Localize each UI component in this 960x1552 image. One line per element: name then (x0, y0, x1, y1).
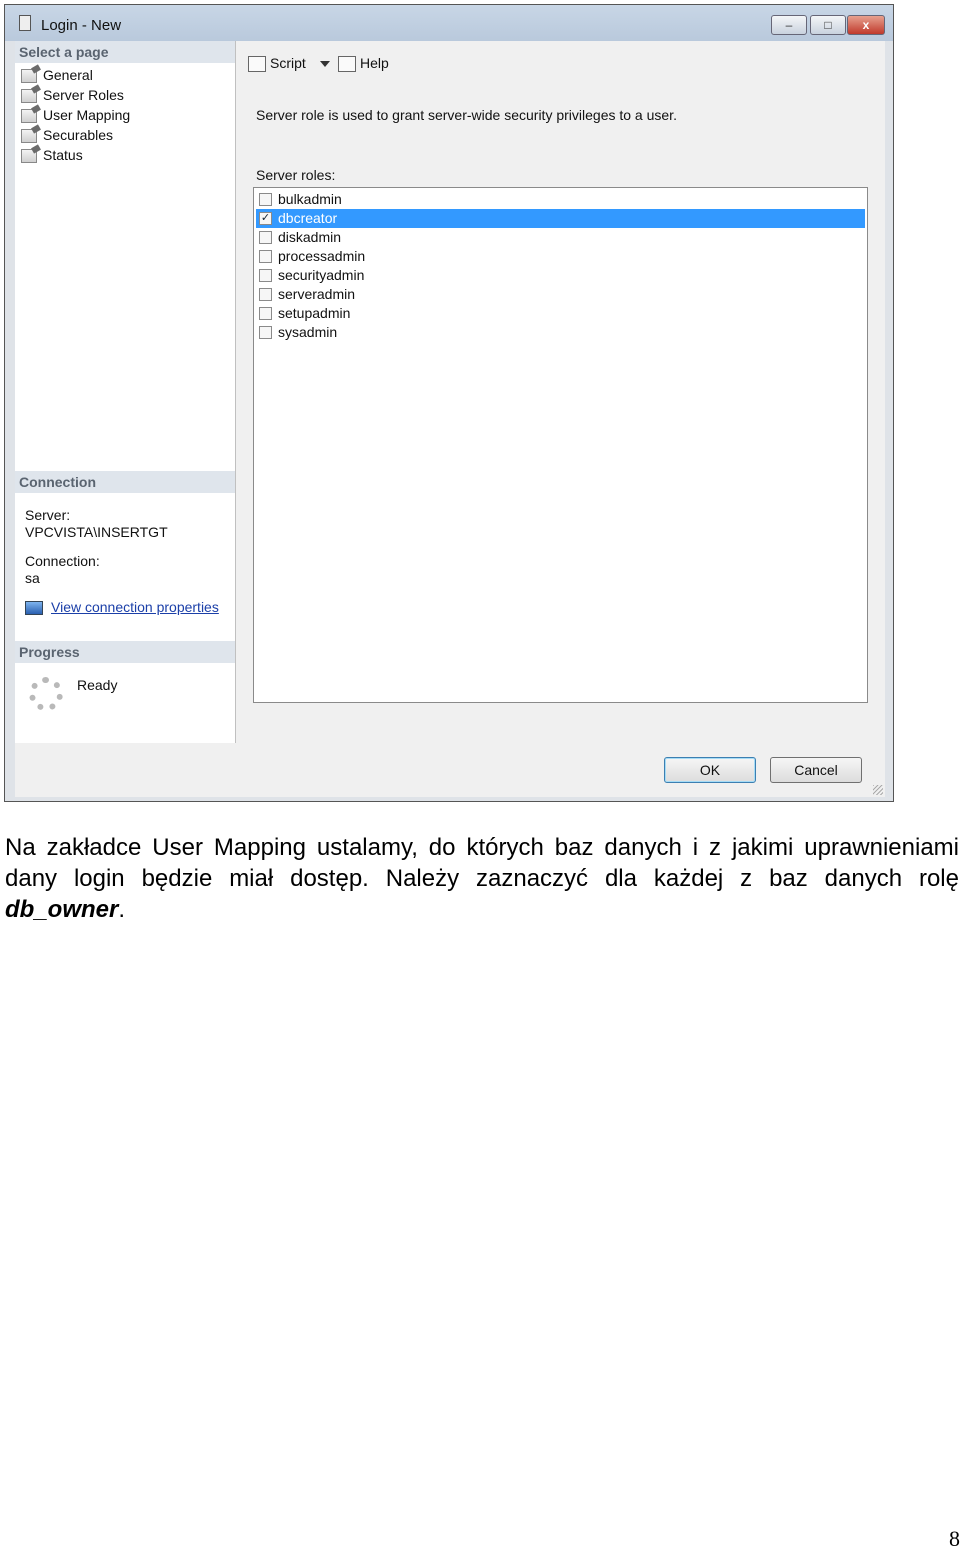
connection-properties-icon (25, 601, 43, 616)
sidebar-item-securables[interactable]: Securables (21, 125, 113, 145)
server-roles-list[interactable]: bulkadmin ✓ dbcreator diskadmin processa… (253, 187, 868, 703)
right-pane: Script Help Server role is used to grant… (236, 41, 885, 743)
toolbar: Script Help (236, 41, 885, 85)
page-icon (21, 89, 37, 104)
role-name: dbcreator (278, 210, 338, 226)
role-row-sysadmin[interactable]: sysadmin (256, 323, 865, 342)
script-dropdown-arrow-icon[interactable] (320, 61, 330, 67)
sidebar-item-label: User Mapping (43, 107, 131, 123)
connection-header: Connection (15, 471, 235, 493)
role-row-diskadmin[interactable]: diskadmin (256, 228, 865, 247)
sidebar-item-label: Status (43, 147, 83, 163)
sidebar-item-label: Securables (43, 127, 114, 143)
sidebar-item-general[interactable]: General (21, 65, 93, 85)
minimize-button[interactable]: – (771, 15, 807, 35)
login-new-window: Login - New – □ x Select a page General … (4, 4, 894, 802)
page-description: Server role is used to grant server-wide… (256, 107, 677, 123)
role-checkbox[interactable] (259, 288, 272, 301)
role-name: bulkadmin (278, 191, 342, 207)
link-label: View connection properties (51, 599, 219, 615)
left-pane: Select a page General Server Roles User … (15, 41, 236, 743)
role-checkbox[interactable] (259, 250, 272, 263)
server-value: VPCVISTA\INSERTGT (25, 524, 168, 540)
role-checkbox[interactable] (259, 193, 272, 206)
progress-status: Ready (77, 677, 118, 693)
sidebar-item-server-roles[interactable]: Server Roles (21, 85, 124, 105)
role-checkbox[interactable] (259, 269, 272, 282)
server-label: Server: (25, 507, 71, 523)
paragraph-emphasis: db_owner (5, 896, 119, 923)
connection-label: Connection: (25, 553, 100, 569)
role-row-processadmin[interactable]: processadmin (256, 247, 865, 266)
role-checkbox-checked[interactable]: ✓ (259, 212, 272, 225)
progress-header: Progress (15, 641, 235, 663)
sidebar-item-label: General (43, 67, 93, 83)
cancel-button[interactable]: Cancel (770, 757, 862, 783)
paragraph-text: Na zakładce User Mapping ustalamy, do kt… (5, 834, 959, 892)
window-title: Login - New (41, 17, 122, 34)
role-name: processadmin (278, 248, 366, 264)
role-checkbox[interactable] (259, 326, 272, 339)
sidebar-item-status[interactable]: Status (21, 145, 83, 165)
role-checkbox[interactable] (259, 231, 272, 244)
resize-grip-icon[interactable] (873, 785, 883, 795)
document-paragraph: Na zakładce User Mapping ustalamy, do kt… (5, 832, 959, 925)
page-number: 8 (949, 1526, 960, 1551)
role-row-serveradmin[interactable]: serveradmin (256, 285, 865, 304)
app-document-icon (19, 15, 31, 31)
script-button[interactable]: Script (248, 55, 306, 73)
page-icon (21, 149, 37, 164)
page-icon (21, 129, 37, 144)
close-button[interactable]: x (847, 15, 885, 35)
role-name: securityadmin (278, 267, 365, 283)
select-page-header: Select a page (15, 41, 235, 63)
script-label: Script (270, 55, 306, 71)
ok-button[interactable]: OK (664, 757, 756, 783)
role-row-setupadmin[interactable]: setupadmin (256, 304, 865, 323)
sidebar-item-user-mapping[interactable]: User Mapping (21, 105, 130, 125)
dialog-client-area: Select a page General Server Roles User … (15, 41, 885, 797)
role-row-bulkadmin[interactable]: bulkadmin (256, 190, 865, 209)
page-icon (21, 69, 37, 84)
script-icon (248, 56, 266, 73)
help-label: Help (360, 55, 389, 71)
role-name: serveradmin (278, 286, 356, 302)
role-row-dbcreator[interactable]: ✓ dbcreator (256, 209, 865, 228)
title-bar[interactable]: Login - New – □ x (5, 5, 893, 41)
role-name: setupadmin (278, 305, 351, 321)
help-button[interactable]: Help (338, 55, 389, 73)
sidebar-item-label: Server Roles (43, 87, 124, 103)
paragraph-end: . (118, 896, 126, 923)
server-roles-label: Server roles: (256, 167, 336, 183)
connection-value: sa (25, 570, 40, 586)
page-icon (21, 109, 37, 124)
view-connection-properties-link[interactable]: View connection properties (25, 599, 219, 616)
progress-spinner-icon (29, 677, 63, 711)
maximize-button[interactable]: □ (810, 15, 846, 35)
help-icon (338, 56, 356, 73)
role-name: sysadmin (278, 324, 338, 340)
role-checkbox[interactable] (259, 307, 272, 320)
role-name: diskadmin (278, 229, 342, 245)
role-row-securityadmin[interactable]: securityadmin (256, 266, 865, 285)
